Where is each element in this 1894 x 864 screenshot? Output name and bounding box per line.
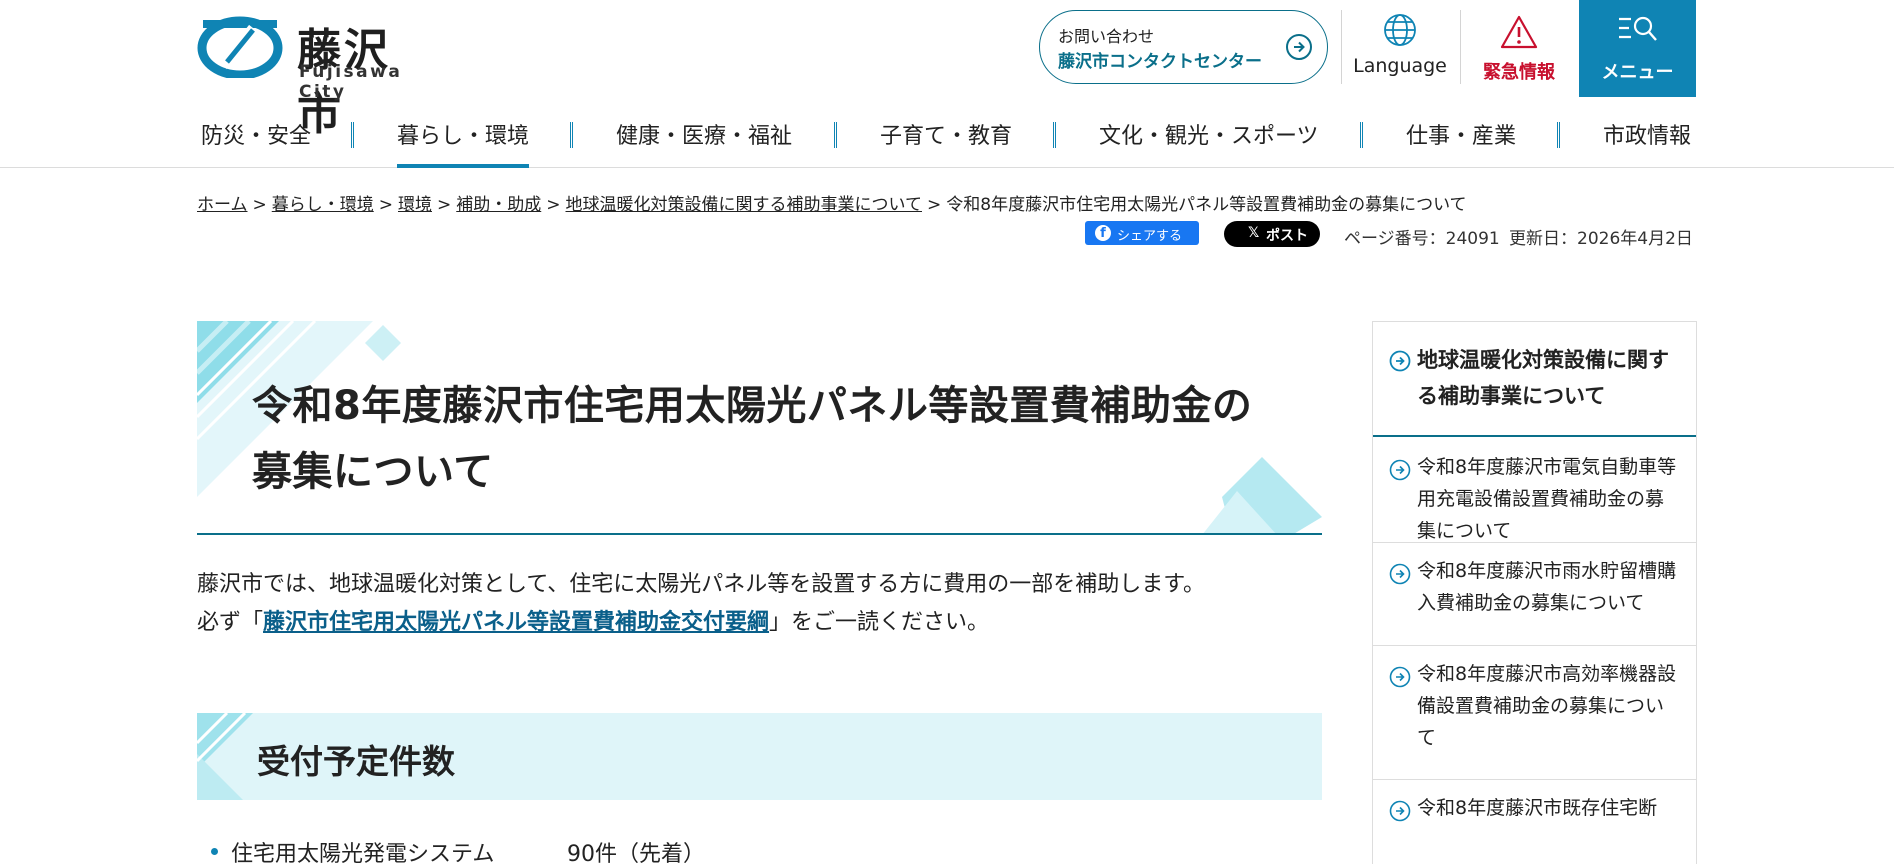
emergency-info-button[interactable]: 緊急情報	[1462, 0, 1576, 97]
breadcrumb-global-warming-subsidies[interactable]: 地球温暖化対策設備に関する補助事業について	[566, 195, 923, 215]
contact-label: お問い合わせ	[1058, 27, 1155, 46]
breadcrumb-separator: >	[546, 195, 561, 215]
nav-item-city-administration[interactable]: 市政情報	[1603, 118, 1691, 150]
share-label: シェアする	[1117, 229, 1183, 244]
contact-center-button[interactable]: お問い合わせ 藤沢市コンタクトセンター	[1039, 10, 1328, 84]
arrow-circle-right-icon	[1389, 459, 1411, 481]
page-title: 令和8年度藤沢市住宅用太陽光パネル等設置費補助金の募集について	[252, 383, 1253, 495]
x-logo-icon: 𝕏	[1248, 225, 1260, 241]
site-header: 藤沢市 Fujisawa City お問い合わせ 藤沢市コンタクトセンター La…	[0, 0, 1894, 140]
facebook-share-button[interactable]: f シェアする	[1085, 221, 1199, 245]
nav-divider	[1053, 122, 1056, 148]
globe-icon	[1384, 14, 1416, 46]
updated-date: 更新日：2026年4月2日	[1509, 229, 1693, 249]
sidebar-item-ev-charger[interactable]: 令和8年度藤沢市電気自動車等用充電設備設置費補助金の募集について	[1373, 439, 1696, 543]
breadcrumb-current: 令和8年度藤沢市住宅用太陽光パネル等設置費補助金の募集について	[946, 195, 1467, 215]
nav-item-childcare-education[interactable]: 子育て・教育	[880, 118, 1012, 150]
x-post-button[interactable]: 𝕏 ポスト	[1224, 221, 1320, 247]
nav-divider	[1360, 122, 1363, 148]
sidebar-item-existing-housing[interactable]: 令和8年度藤沢市既存住宅断	[1373, 780, 1696, 864]
breadcrumb-living-environment[interactable]: 暮らし・環境	[272, 195, 374, 215]
breadcrumb-subsidy[interactable]: 補助・助成	[456, 195, 541, 215]
intro-text: 藤沢市では、地球温暖化対策として、住宅に太陽光パネル等を設置する方に費用の一部を…	[197, 566, 1322, 642]
sidebar-item-high-efficiency-equipment[interactable]: 令和8年度藤沢市高効率機器設備設置費補助金の募集について	[1373, 646, 1696, 780]
search-menu-icon	[1619, 16, 1657, 41]
arrow-circle-right-icon	[1389, 563, 1411, 585]
sidebar-heading[interactable]: 地球温暖化対策設備に関する補助事業について	[1373, 322, 1696, 437]
intro-notice-prefix: 必ず「	[197, 610, 264, 635]
sidebar-item-label: 令和8年度藤沢市電気自動車等用充電設備設置費補助金の募集について	[1417, 456, 1677, 542]
language-label: Language	[1353, 55, 1447, 77]
breadcrumb-separator: >	[378, 195, 393, 215]
nav-divider	[570, 122, 573, 148]
breadcrumb-separator: >	[437, 195, 452, 215]
header-divider	[1341, 10, 1342, 84]
city-emblem-icon	[197, 16, 283, 78]
nav-item-living-environment[interactable]: 暮らし・環境	[397, 118, 530, 168]
breadcrumb-separator: >	[252, 195, 267, 215]
breadcrumb-environment[interactable]: 環境	[398, 195, 432, 215]
header-divider	[1460, 10, 1461, 84]
sidebar: 地球温暖化対策設備に関する補助事業について 令和8年度藤沢市電気自動車等用充電設…	[1372, 321, 1697, 864]
page-title-block: 令和8年度藤沢市住宅用太陽光パネル等設置費補助金の募集について	[197, 321, 1322, 535]
sidebar-item-label: 令和8年度藤沢市雨水貯留槽購入費補助金の募集について	[1417, 560, 1677, 614]
arrow-circle-right-icon	[1286, 34, 1312, 60]
nav-divider	[1557, 122, 1560, 148]
arrow-circle-right-icon	[1389, 800, 1411, 822]
list-item-label: 住宅用太陽光発電システム	[231, 842, 495, 864]
language-button[interactable]: Language	[1343, 0, 1457, 97]
warning-icon	[1500, 15, 1538, 49]
facebook-icon: f	[1095, 225, 1111, 241]
site-logo[interactable]: 藤沢市 Fujisawa City	[197, 12, 437, 140]
nav-item-culture-tourism-sports[interactable]: 文化・観光・スポーツ	[1099, 118, 1319, 150]
arrow-circle-right-icon	[1389, 666, 1411, 688]
sidebar-item-label: 令和8年度藤沢市高効率機器設備設置費補助金の募集について	[1417, 663, 1677, 749]
global-nav: 防災・安全 暮らし・環境 健康・医療・福祉 子育て・教育 文化・観光・スポーツ …	[0, 104, 1894, 168]
sidebar-item-label: 令和8年度藤沢市既存住宅断	[1417, 797, 1658, 819]
menu-button[interactable]: メニュー	[1579, 0, 1696, 97]
logo-subtext: Fujisawa City	[299, 62, 403, 102]
breadcrumb-separator: >	[927, 195, 942, 215]
section-title: 受付予定件数	[257, 742, 455, 781]
nav-item-work-industry[interactable]: 仕事・産業	[1406, 118, 1516, 150]
breadcrumb-home[interactable]: ホーム	[197, 195, 248, 215]
guideline-link[interactable]: 藤沢市住宅用太陽光パネル等設置費補助金交付要綱	[263, 610, 769, 635]
page-meta: f シェアする 𝕏 ポスト ページ番号：24091 更新日：2026年4月2日	[0, 221, 1697, 249]
contact-center-name: 藤沢市コンタクトセンター	[1058, 52, 1262, 72]
post-label: ポスト	[1266, 228, 1308, 244]
page-number: ページ番号：24091	[1344, 229, 1500, 249]
intro-paragraph: 藤沢市では、地球温暖化対策として、住宅に太陽光パネル等を設置する方に費用の一部を…	[197, 572, 1206, 597]
nav-divider	[351, 122, 354, 148]
menu-label: メニュー	[1601, 62, 1674, 83]
sidebar-item-rainwater-tank[interactable]: 令和8年度藤沢市雨水貯留槽購入費補助金の募集について	[1373, 543, 1696, 646]
emergency-label: 緊急情報	[1483, 62, 1555, 83]
section-heading-block: 受付予定件数	[197, 713, 1322, 800]
sidebar-heading-label: 地球温暖化対策設備に関する補助事業について	[1417, 348, 1669, 408]
intro-notice-suffix: 」をご一読ください。	[769, 610, 990, 635]
nav-divider	[834, 122, 837, 148]
breadcrumb: ホーム > 暮らし・環境 > 環境 > 補助・助成 > 地球温暖化対策設備に関する補助事業につい…	[197, 190, 1467, 215]
bullet-icon	[211, 848, 218, 855]
arrow-circle-right-icon	[1389, 350, 1411, 372]
list-item: 住宅用太陽光発電システム 90件（先着）	[197, 836, 1322, 864]
list-item-value: 90件（先着）	[567, 842, 705, 864]
intro-notice: 必ず「藤沢市住宅用太陽光パネル等設置費補助金交付要綱」をご一読ください。	[197, 604, 1322, 642]
nav-item-disaster-safety[interactable]: 防災・安全	[201, 118, 311, 150]
nav-item-health-welfare[interactable]: 健康・医療・福祉	[616, 118, 792, 150]
